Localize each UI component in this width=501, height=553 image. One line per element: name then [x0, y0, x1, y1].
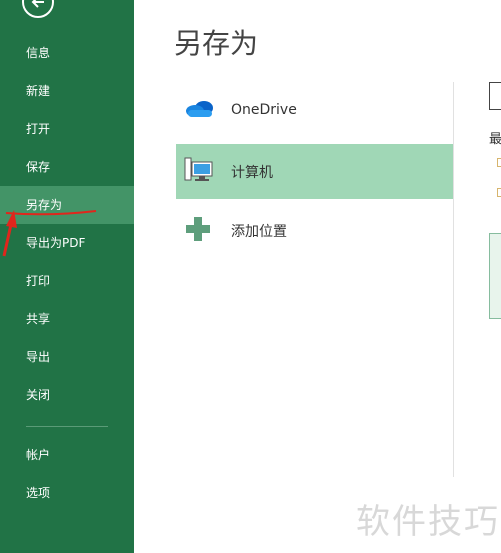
sidebar-item-print[interactable]: 打印: [0, 262, 134, 300]
sidebar-item-open[interactable]: 打开: [0, 110, 134, 148]
sidebar-divider: [26, 426, 108, 427]
location-label: OneDrive: [231, 101, 297, 118]
sidebar-item-account[interactable]: 帐户: [0, 436, 134, 474]
back-arrow-button[interactable]: [22, 0, 54, 18]
location-onedrive[interactable]: OneDrive: [176, 82, 453, 137]
plus-icon: [184, 215, 212, 247]
location-computer[interactable]: 计算机: [176, 144, 453, 199]
location-add-place[interactable]: 添加位置: [176, 203, 453, 258]
back-arrow-icon: [31, 0, 44, 8]
browse-button[interactable]: [489, 233, 501, 319]
folder-icon: [497, 188, 501, 197]
sidebar-item-info[interactable]: 信息: [0, 34, 134, 72]
backstage-sidebar: 信息 新建 打开 保存 另存为 导出为PDF 打印 共享 导出 关闭 帐户 选项: [0, 0, 134, 553]
sidebar-item-export[interactable]: 导出: [0, 338, 134, 376]
panel-separator: [453, 82, 454, 477]
location-label: 计算机: [231, 164, 273, 181]
page-title: 另存为: [174, 27, 259, 60]
sidebar-item-save[interactable]: 保存: [0, 148, 134, 186]
folder-icon: [497, 158, 501, 167]
annotation-arrow-icon: [2, 210, 17, 257]
sidebar-item-options[interactable]: 选项: [0, 474, 134, 512]
sidebar-item-close[interactable]: 关闭: [0, 376, 134, 414]
computer-icon: [489, 82, 501, 110]
onedrive-cloud-icon: [184, 97, 216, 123]
watermark: 软件技巧: [356, 502, 500, 542]
recent-folders-heading: 最: [489, 132, 501, 147]
computer-icon: [184, 156, 214, 188]
sidebar-item-new[interactable]: 新建: [0, 72, 134, 110]
location-label: 添加位置: [231, 223, 287, 240]
sidebar-item-share[interactable]: 共享: [0, 300, 134, 338]
